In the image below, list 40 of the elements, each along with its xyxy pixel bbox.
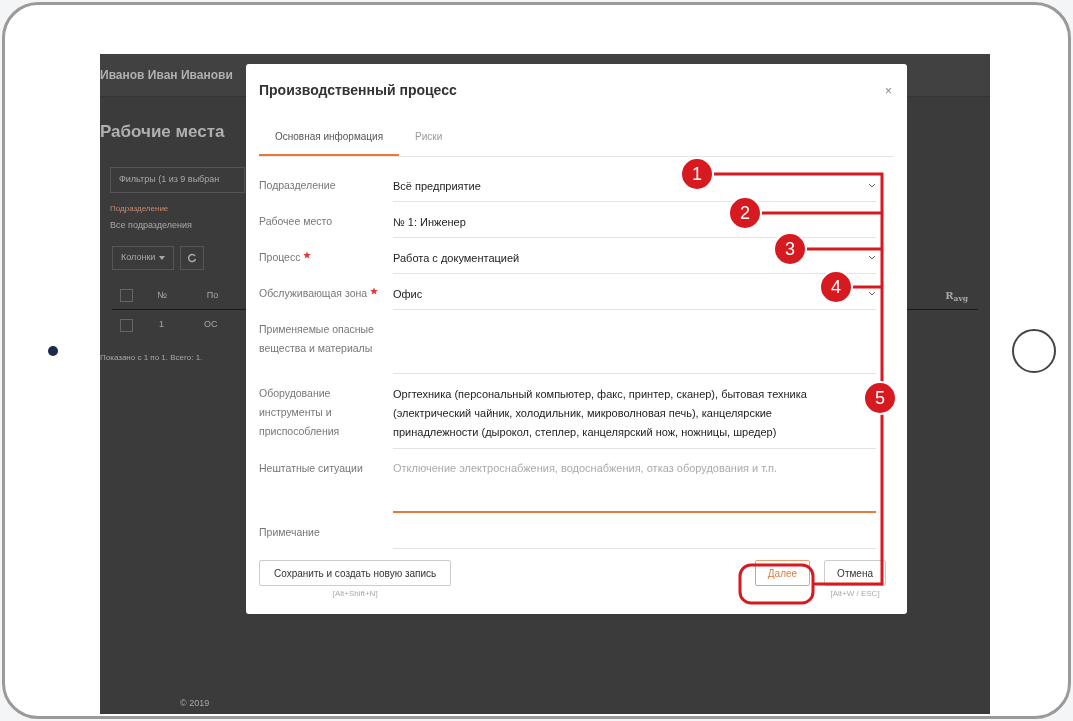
field-label: Применяемые опасные вещества и материалы xyxy=(259,322,375,356)
chevron-down-icon xyxy=(868,255,876,260)
chevron-down-icon xyxy=(868,291,876,296)
pagination-summary: Показано с 1 по 1. Всего: 1. xyxy=(100,352,203,364)
field-label: Подразделение xyxy=(259,178,336,193)
field-label: Примечание xyxy=(259,525,320,540)
tab[interactable]: Основная информация xyxy=(259,129,400,156)
table-cell: ОС xyxy=(204,318,218,332)
checkbox[interactable] xyxy=(120,318,133,332)
page-title: Рабочие места xyxy=(100,121,225,143)
camera-icon xyxy=(47,345,58,356)
field-label: Нештатные ситуации xyxy=(259,461,363,476)
required-star-icon xyxy=(370,287,379,295)
filter-label: Подразделение xyxy=(110,202,169,215)
column-header: По xyxy=(206,288,219,302)
cancel-button[interactable]: Отмена xyxy=(824,560,886,586)
user-name: Иванов Иван Иванови xyxy=(100,67,233,84)
field-label: Обслуживающая зона xyxy=(259,284,379,303)
filter-value: Все подразделения xyxy=(110,218,192,232)
column-header: № xyxy=(157,288,167,302)
modal-title: Производственный процесс xyxy=(259,81,457,100)
column-header: R$_{avg}$ xyxy=(945,289,968,303)
table-cell: 1 xyxy=(159,318,164,332)
field-label: Рабочее место xyxy=(259,214,333,229)
close-button[interactable]: × xyxy=(885,81,892,100)
copyright-text: © 2019 xyxy=(180,696,210,710)
checkbox[interactable] xyxy=(120,289,133,302)
filters-bar[interactable]: Фильтры (1 из 9 выбран xyxy=(110,166,245,193)
home-button[interactable] xyxy=(1012,328,1056,373)
hotkey-hint: [Alt+W / ESC] xyxy=(830,588,880,600)
field-label: Процесс xyxy=(259,248,312,267)
chevron-down-icon xyxy=(868,183,876,188)
caret-icon xyxy=(159,256,166,260)
required-star-icon xyxy=(303,251,312,259)
columns-button[interactable]: Колонки xyxy=(112,246,175,270)
hotkey-hint: [Alt+Shift+N] xyxy=(332,588,378,600)
refresh-icon xyxy=(187,253,198,263)
field-label: Оборудование инструменты и приспособления xyxy=(259,386,341,439)
save-and-new-button[interactable]: Сохранить и создать новую запись xyxy=(259,560,452,586)
refresh-button[interactable] xyxy=(180,246,205,270)
